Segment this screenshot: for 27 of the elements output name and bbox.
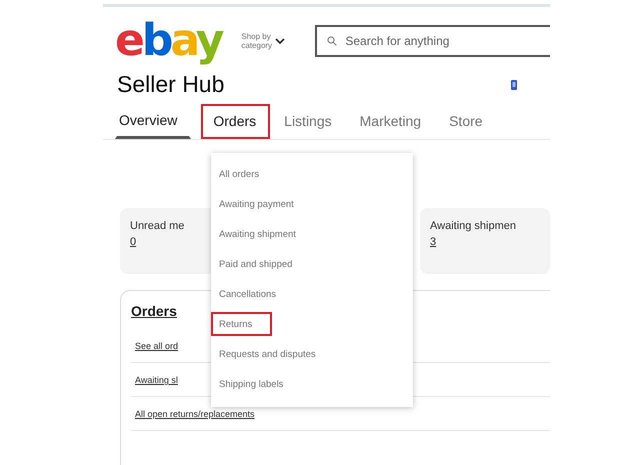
stat-value[interactable]: 3	[430, 236, 436, 248]
page-title: Seller Hub	[117, 71, 224, 98]
nav-tab[interactable]: Overview	[115, 104, 192, 139]
nav-tab[interactable]: Listings	[280, 104, 346, 139]
orders-link[interactable]: Awaiting sl	[135, 375, 178, 385]
orders-link[interactable]: See all ord	[135, 341, 178, 351]
orders-link[interactable]: All open returns/replacements	[135, 409, 255, 419]
menu-item[interactable]: Awaiting payment	[213, 189, 300, 219]
menu-item[interactable]: Awaiting shipment	[213, 219, 302, 249]
nav-tab[interactable]: Orders	[201, 104, 270, 139]
search-field[interactable]: Search for anything	[315, 25, 550, 57]
phone-icon	[510, 78, 518, 90]
stat-label: Unread me	[130, 220, 184, 232]
menu-item[interactable]: Returns	[211, 312, 272, 336]
ebay-logo[interactable]: ebay	[115, 15, 226, 67]
nav-tab[interactable]: Store	[445, 104, 497, 139]
menu-item[interactable]: All orders	[213, 159, 266, 189]
stat-value[interactable]: 0	[130, 236, 136, 248]
menu-item[interactable]: Cancellations	[213, 279, 282, 309]
shop-by-category-link[interactable]: Shop by category	[241, 32, 272, 50]
search-icon	[327, 36, 338, 46]
nav-tab[interactable]: Marketing	[356, 104, 436, 139]
stat-label: Awaiting shipmen	[430, 220, 516, 232]
menu-item[interactable]: Shipping labels	[213, 369, 290, 399]
menu-item[interactable]: Requests and disputes	[213, 339, 322, 369]
menu-item[interactable]: Paid and shipped	[213, 249, 298, 279]
chevron-down-icon	[275, 37, 286, 45]
